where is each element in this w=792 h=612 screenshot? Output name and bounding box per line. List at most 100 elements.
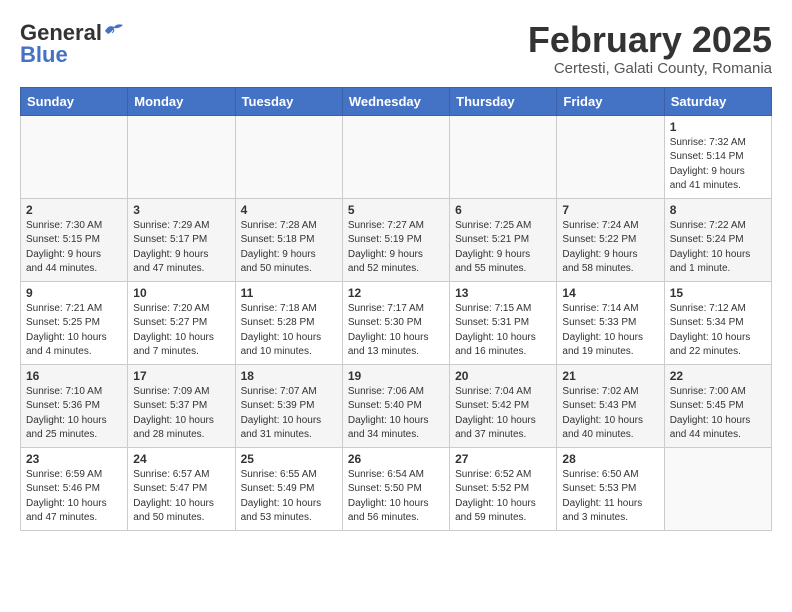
day-number: 11 [241, 286, 337, 300]
calendar-weekday-saturday: Saturday [664, 87, 771, 115]
calendar-cell: 20 Sunrise: 7:04 AMSunset: 5:42 PMDayligh… [450, 364, 557, 447]
calendar-cell: 6 Sunrise: 7:25 AMSunset: 5:21 PMDaylight… [450, 198, 557, 281]
day-number: 4 [241, 203, 337, 217]
day-info: Sunrise: 7:06 AMSunset: 5:40 PMDaylight:… [348, 385, 444, 443]
calendar-week-row: 1 Sunrise: 7:32 AMSunset: 5:14 PMDaylight… [21, 115, 772, 198]
calendar-cell: 27Sunrise: 6:52 AMSunset: 5:52 PMDayligh… [450, 447, 557, 530]
day-number: 12 [348, 286, 444, 300]
day-info: Sunrise: 7:12 AMSunset: 5:34 PMDaylight:… [670, 302, 766, 360]
calendar-cell: 7 Sunrise: 7:24 AMSunset: 5:22 PMDaylight… [557, 198, 664, 281]
calendar-weekday-friday: Friday [557, 87, 664, 115]
calendar-cell: 25Sunrise: 6:55 AMSunset: 5:49 PMDayligh… [235, 447, 342, 530]
page-header: General Blue February 2025 Certesti, Gal… [20, 20, 772, 77]
day-info: Sunrise: 7:20 AMSunset: 5:27 PMDaylight:… [133, 302, 229, 360]
day-info: Sunrise: 7:32 AMSunset: 5:14 PMDaylight:… [670, 136, 766, 194]
calendar-cell: 14 Sunrise: 7:14 AMSunset: 5:33 PMDayligh… [557, 281, 664, 364]
day-number: 21 [562, 369, 658, 383]
calendar-cell: 23Sunrise: 6:59 AMSunset: 5:46 PMDayligh… [21, 447, 128, 530]
calendar-cell: 15Sunrise: 7:12 AMSunset: 5:34 PMDayligh… [664, 281, 771, 364]
day-info: Sunrise: 7:02 AMSunset: 5:43 PMDaylight:… [562, 385, 658, 443]
day-info: Sunrise: 6:59 AMSunset: 5:46 PMDaylight:… [26, 468, 122, 526]
day-number: 20 [455, 369, 551, 383]
calendar-cell: 8Sunrise: 7:22 AMSunset: 5:24 PMDaylight… [664, 198, 771, 281]
day-number: 26 [348, 452, 444, 466]
day-info: Sunrise: 7:15 AMSunset: 5:31 PMDaylight:… [455, 302, 551, 360]
day-number: 22 [670, 369, 766, 383]
day-info: Sunrise: 6:50 AMSunset: 5:53 PMDaylight:… [562, 468, 658, 526]
calendar-week-row: 23Sunrise: 6:59 AMSunset: 5:46 PMDayligh… [21, 447, 772, 530]
day-number: 28 [562, 452, 658, 466]
day-info: Sunrise: 7:07 AMSunset: 5:39 PMDaylight:… [241, 385, 337, 443]
calendar-cell: 17Sunrise: 7:09 AMSunset: 5:37 PMDayligh… [128, 364, 235, 447]
calendar-weekday-wednesday: Wednesday [342, 87, 449, 115]
calendar-weekday-thursday: Thursday [450, 87, 557, 115]
day-number: 25 [241, 452, 337, 466]
calendar-table: SundayMondayTuesdayWednesdayThursdayFrid… [20, 87, 772, 531]
calendar-cell [128, 115, 235, 198]
day-info: Sunrise: 7:25 AMSunset: 5:21 PMDaylight:… [455, 219, 551, 277]
calendar-cell [664, 447, 771, 530]
calendar-cell: 16 Sunrise: 7:10 AMSunset: 5:36 PMDayligh… [21, 364, 128, 447]
day-info: Sunrise: 7:30 AMSunset: 5:15 PMDaylight:… [26, 219, 122, 277]
calendar-cell: 21 Sunrise: 7:02 AMSunset: 5:43 PMDayligh… [557, 364, 664, 447]
day-number: 3 [133, 203, 229, 217]
calendar-cell: 3 Sunrise: 7:29 AMSunset: 5:17 PMDaylight… [128, 198, 235, 281]
calendar-weekday-tuesday: Tuesday [235, 87, 342, 115]
day-info: Sunrise: 7:27 AMSunset: 5:19 PMDaylight:… [348, 219, 444, 277]
calendar-cell: 12 Sunrise: 7:17 AMSunset: 5:30 PMDayligh… [342, 281, 449, 364]
calendar-cell: 18 Sunrise: 7:07 AMSunset: 5:39 PMDayligh… [235, 364, 342, 447]
day-number: 7 [562, 203, 658, 217]
day-number: 5 [348, 203, 444, 217]
calendar-weekday-monday: Monday [128, 87, 235, 115]
day-info: Sunrise: 7:04 AMSunset: 5:42 PMDaylight:… [455, 385, 551, 443]
calendar-cell [235, 115, 342, 198]
calendar-cell: 22Sunrise: 7:00 AMSunset: 5:45 PMDayligh… [664, 364, 771, 447]
day-number: 9 [26, 286, 122, 300]
day-info: Sunrise: 7:17 AMSunset: 5:30 PMDaylight:… [348, 302, 444, 360]
calendar-week-row: 2 Sunrise: 7:30 AMSunset: 5:15 PMDaylight… [21, 198, 772, 281]
day-info: Sunrise: 7:14 AMSunset: 5:33 PMDaylight:… [562, 302, 658, 360]
day-info: Sunrise: 7:18 AMSunset: 5:28 PMDaylight:… [241, 302, 337, 360]
day-number: 2 [26, 203, 122, 217]
calendar-cell: 2 Sunrise: 7:30 AMSunset: 5:15 PMDaylight… [21, 198, 128, 281]
day-info: Sunrise: 7:10 AMSunset: 5:36 PMDaylight:… [26, 385, 122, 443]
day-number: 24 [133, 452, 229, 466]
day-number: 14 [562, 286, 658, 300]
day-number: 18 [241, 369, 337, 383]
calendar-cell: 9 Sunrise: 7:21 AMSunset: 5:25 PMDaylight… [21, 281, 128, 364]
day-number: 27 [455, 452, 551, 466]
day-info: Sunrise: 7:29 AMSunset: 5:17 PMDaylight:… [133, 219, 229, 277]
calendar-cell: 10 Sunrise: 7:20 AMSunset: 5:27 PMDayligh… [128, 281, 235, 364]
subtitle: Certesti, Galati County, Romania [528, 60, 772, 77]
calendar-week-row: 9 Sunrise: 7:21 AMSunset: 5:25 PMDaylight… [21, 281, 772, 364]
day-number: 8 [670, 203, 766, 217]
logo: General Blue [20, 20, 125, 68]
day-number: 13 [455, 286, 551, 300]
calendar-cell [557, 115, 664, 198]
calendar-cell: 5 Sunrise: 7:27 AMSunset: 5:19 PMDaylight… [342, 198, 449, 281]
main-title: February 2025 [528, 20, 772, 60]
calendar-cell: 1 Sunrise: 7:32 AMSunset: 5:14 PMDaylight… [664, 115, 771, 198]
day-number: 10 [133, 286, 229, 300]
day-number: 16 [26, 369, 122, 383]
calendar-cell [342, 115, 449, 198]
day-info: Sunrise: 7:28 AMSunset: 5:18 PMDaylight:… [241, 219, 337, 277]
calendar-week-row: 16 Sunrise: 7:10 AMSunset: 5:36 PMDayligh… [21, 364, 772, 447]
logo-bird-icon [103, 22, 125, 40]
calendar-cell: 13 Sunrise: 7:15 AMSunset: 5:31 PMDayligh… [450, 281, 557, 364]
day-info: Sunrise: 7:24 AMSunset: 5:22 PMDaylight:… [562, 219, 658, 277]
day-info: Sunrise: 7:09 AMSunset: 5:37 PMDaylight:… [133, 385, 229, 443]
title-block: February 2025 Certesti, Galati County, R… [528, 20, 772, 77]
day-info: Sunrise: 6:57 AMSunset: 5:47 PMDaylight:… [133, 468, 229, 526]
calendar-cell: 19Sunrise: 7:06 AMSunset: 5:40 PMDayligh… [342, 364, 449, 447]
calendar-cell: 4 Sunrise: 7:28 AMSunset: 5:18 PMDaylight… [235, 198, 342, 281]
calendar-cell: 11 Sunrise: 7:18 AMSunset: 5:28 PMDayligh… [235, 281, 342, 364]
day-number: 6 [455, 203, 551, 217]
calendar-weekday-sunday: Sunday [21, 87, 128, 115]
calendar-cell: 28 Sunrise: 6:50 AMSunset: 5:53 PMDayligh… [557, 447, 664, 530]
calendar-cell: 24 Sunrise: 6:57 AMSunset: 5:47 PMDayligh… [128, 447, 235, 530]
calendar-header-row: SundayMondayTuesdayWednesdayThursdayFrid… [21, 87, 772, 115]
day-number: 1 [670, 120, 766, 134]
day-info: Sunrise: 7:21 AMSunset: 5:25 PMDaylight:… [26, 302, 122, 360]
day-info: Sunrise: 6:54 AMSunset: 5:50 PMDaylight:… [348, 468, 444, 526]
